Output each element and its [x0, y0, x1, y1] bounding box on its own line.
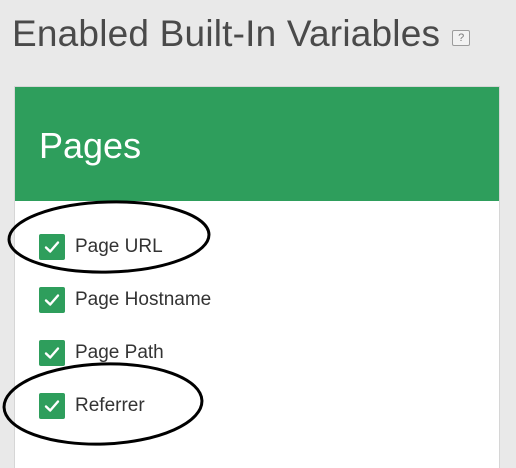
variable-item-page-url[interactable]: Page URL [39, 233, 163, 261]
check-icon [44, 400, 60, 412]
card-header: Pages [15, 87, 499, 201]
checkbox-page-hostname[interactable] [39, 287, 65, 313]
variable-label: Referrer [75, 395, 145, 416]
check-icon [44, 241, 60, 253]
variable-label: Page URL [75, 236, 163, 257]
check-icon [44, 294, 60, 306]
checkbox-page-path[interactable] [39, 340, 65, 366]
page: Enabled Built-In Variables ? Pages Page … [0, 0, 516, 468]
variable-item-page-path[interactable]: Page Path [39, 339, 164, 367]
check-icon [44, 347, 60, 359]
page-title: Enabled Built-In Variables [12, 13, 441, 54]
pages-card: Pages Page URL Page Hostname Page Path R… [14, 86, 500, 468]
checkbox-referrer[interactable] [39, 393, 65, 419]
variable-label: Page Path [75, 342, 164, 363]
title-row: Enabled Built-In Variables ? [12, 10, 471, 58]
variable-item-referrer[interactable]: Referrer [39, 392, 145, 420]
checkbox-page-url[interactable] [39, 234, 65, 260]
variable-item-page-hostname[interactable]: Page Hostname [39, 286, 211, 314]
card-title: Pages [39, 125, 142, 166]
variable-label: Page Hostname [75, 289, 212, 310]
help-icon[interactable]: ? [452, 30, 471, 46]
